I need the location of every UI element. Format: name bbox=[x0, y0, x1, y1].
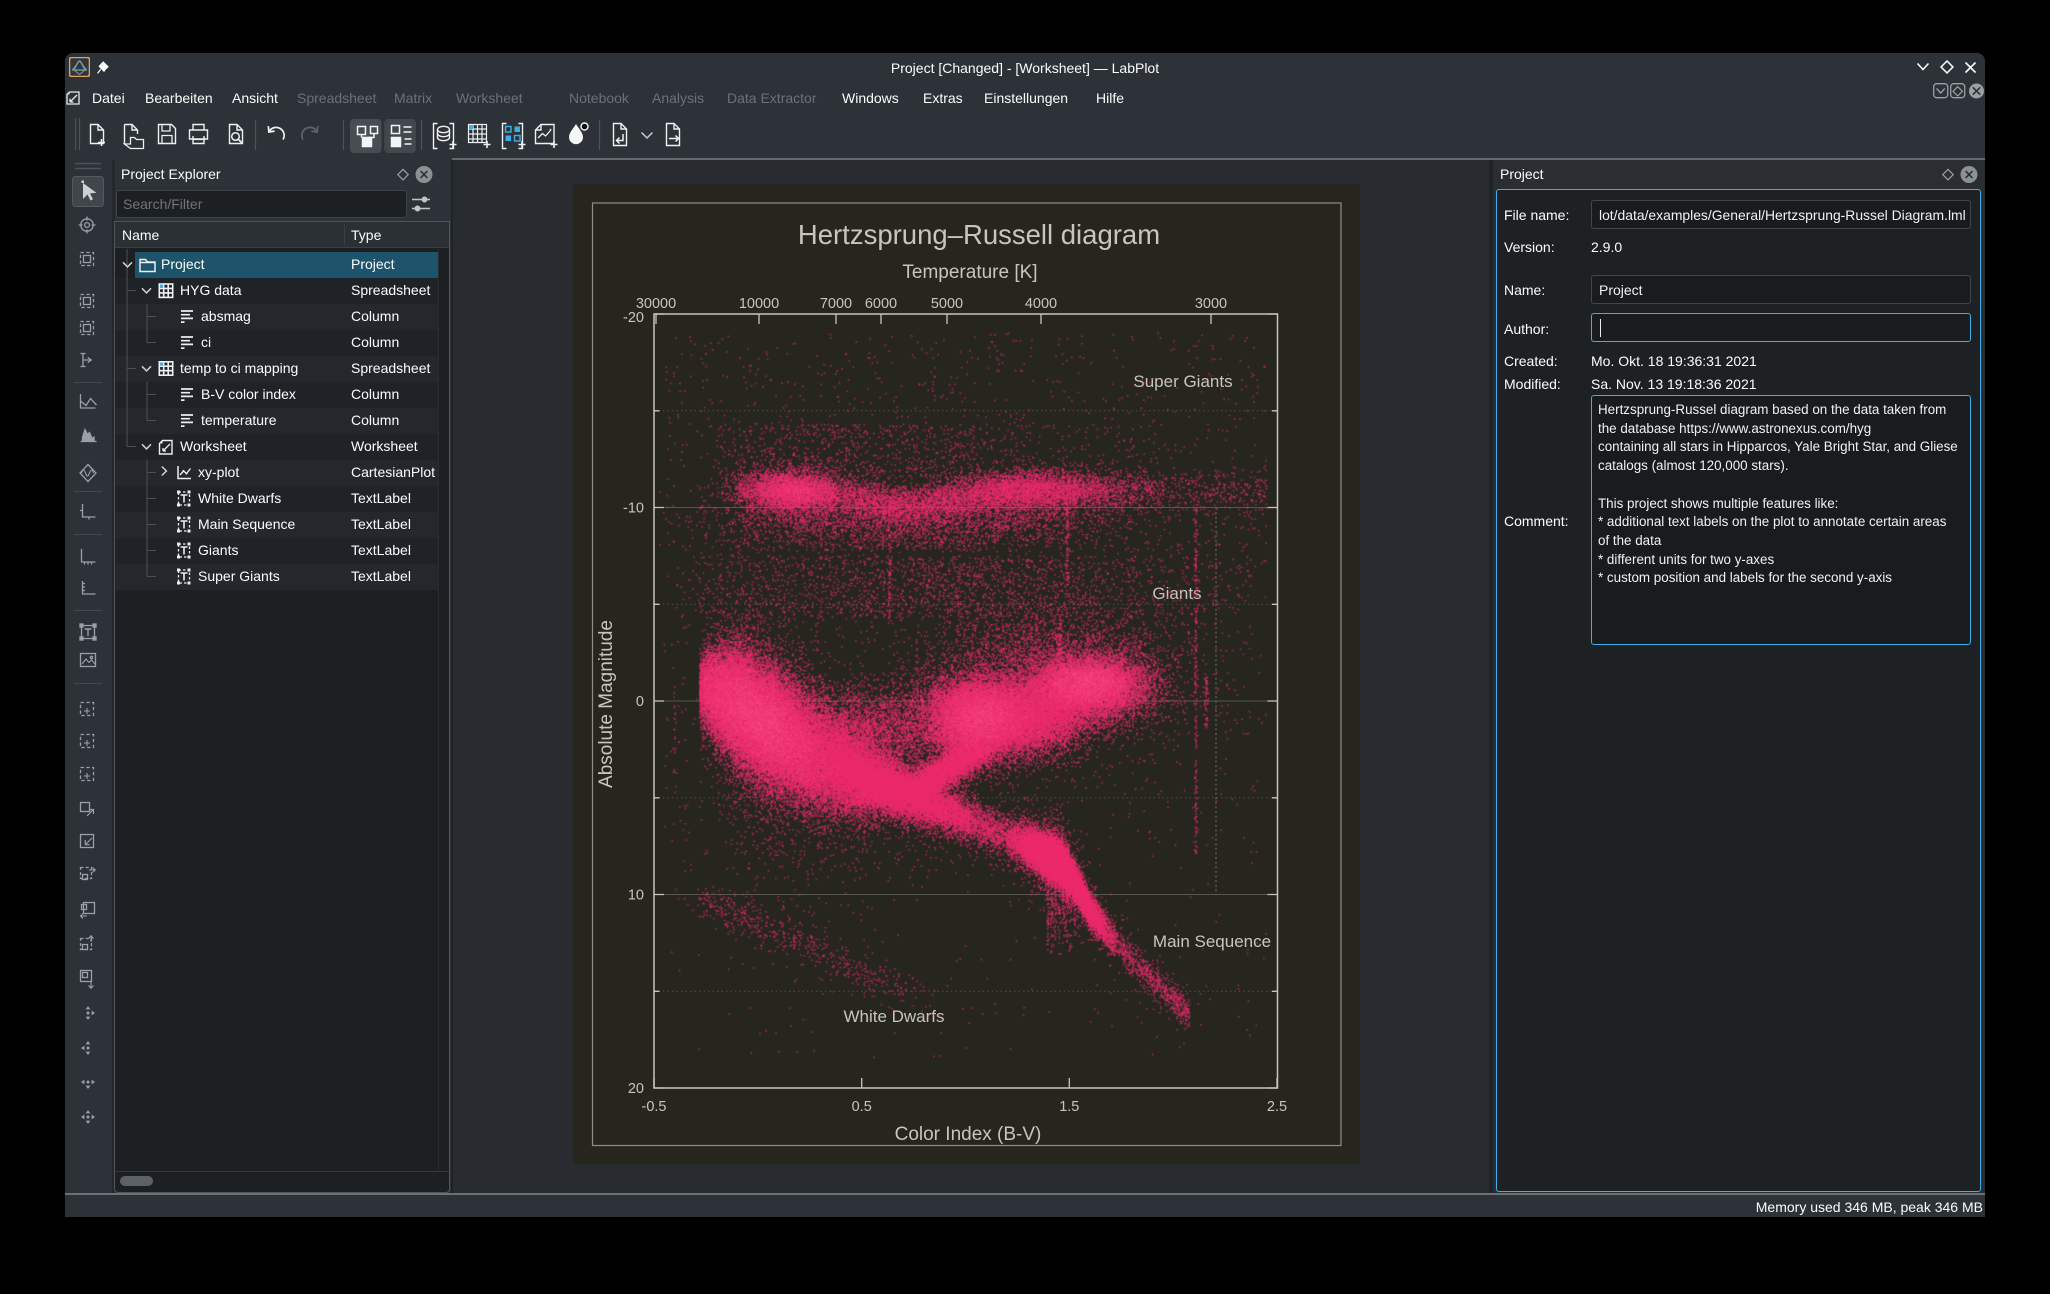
svg-text:6000: 6000 bbox=[865, 296, 897, 312]
svg-text:10000: 10000 bbox=[739, 296, 779, 312]
svg-text:Hertzsprung–Russell diagram: Hertzsprung–Russell diagram bbox=[798, 219, 1160, 250]
svg-text:5000: 5000 bbox=[931, 296, 963, 312]
svg-text:2.5: 2.5 bbox=[1267, 1099, 1287, 1115]
svg-text:20: 20 bbox=[628, 1081, 644, 1097]
svg-text:Color Index (B-V): Color Index (B-V) bbox=[895, 1124, 1042, 1145]
svg-text:1.5: 1.5 bbox=[1059, 1099, 1079, 1115]
svg-text:Absolute Magnitude: Absolute Magnitude bbox=[596, 620, 617, 788]
svg-text:Temperature [K]: Temperature [K] bbox=[902, 262, 1037, 283]
svg-text:-20: -20 bbox=[623, 310, 644, 326]
svg-text:4000: 4000 bbox=[1025, 296, 1057, 312]
svg-text:0: 0 bbox=[636, 694, 644, 710]
svg-text:-0.5: -0.5 bbox=[642, 1099, 667, 1115]
svg-text:0.5: 0.5 bbox=[852, 1099, 872, 1115]
svg-text:3000: 3000 bbox=[1195, 296, 1227, 312]
svg-text:10: 10 bbox=[628, 888, 644, 904]
svg-text:-10: -10 bbox=[623, 501, 644, 517]
svg-text:7000: 7000 bbox=[820, 296, 852, 312]
